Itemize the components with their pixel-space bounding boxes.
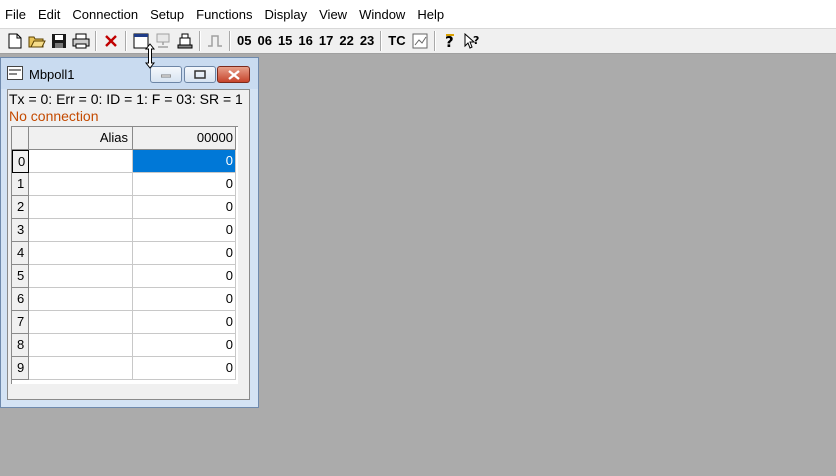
toolbar-separator [95, 31, 97, 51]
menu-functions[interactable]: Functions [196, 7, 259, 22]
fc-23-button[interactable]: 23 [357, 30, 377, 52]
status-line: Tx = 0: Err = 0: ID = 1: F = 03: SR = 1 [9, 91, 243, 107]
row-header[interactable]: 6 [12, 288, 29, 311]
menu-connection[interactable]: Connection [72, 7, 145, 22]
window-client: Tx = 0: Err = 0: ID = 1: F = 03: SR = 1 … [7, 89, 250, 400]
table-row: 9 0 [12, 357, 236, 380]
row-header[interactable]: 8 [12, 334, 29, 357]
menu-window[interactable]: Window [359, 7, 412, 22]
maximize-button[interactable] [184, 66, 216, 83]
table-row: 7 0 [12, 311, 236, 334]
fc-22-button[interactable]: 22 [336, 30, 356, 52]
fc-17-button[interactable]: 17 [316, 30, 336, 52]
disconnect-icon[interactable] [174, 30, 196, 52]
tc-button[interactable]: TC [385, 30, 408, 52]
close-icon [227, 69, 240, 80]
fc-05-button[interactable]: 05 [234, 30, 254, 52]
menu-bar: File Edit Connection Setup Functions Dis… [0, 0, 836, 28]
alias-cell[interactable] [29, 334, 133, 357]
maximize-icon [194, 70, 206, 79]
row-header[interactable]: 7 [12, 311, 29, 334]
alias-cell[interactable] [29, 265, 133, 288]
close-button[interactable] [217, 66, 250, 83]
menu-file[interactable]: File [5, 7, 33, 22]
row-header[interactable]: 2 [12, 196, 29, 219]
alias-cell[interactable] [29, 173, 133, 196]
alias-cell[interactable] [29, 357, 133, 380]
value-cell[interactable]: 0 [133, 288, 236, 311]
toolbar-separator [380, 31, 383, 51]
connection-status: No connection [9, 108, 99, 124]
chart-icon[interactable] [409, 30, 431, 52]
table-row: 8 0 [12, 334, 236, 357]
value-cell[interactable]: 0 [133, 357, 236, 380]
window-titlebar[interactable]: Mbpoll1 [1, 58, 258, 89]
value-cell[interactable]: 0 [133, 196, 236, 219]
svg-text:?: ? [473, 34, 479, 47]
row-header[interactable]: 5 [12, 265, 29, 288]
print-icon[interactable] [70, 30, 92, 52]
table-row: 0 0 [12, 150, 236, 173]
toolbar-separator [229, 31, 231, 51]
save-icon[interactable] [48, 30, 70, 52]
register-grid: Alias 00000 0 0 1 0 2 0 3 0 4 0 5 0 6 0 … [11, 126, 238, 384]
value-cell[interactable]: 0 [133, 311, 236, 334]
value-cell[interactable]: 0 [133, 334, 236, 357]
value-cell[interactable]: 0 [133, 173, 236, 196]
new-file-icon[interactable] [4, 30, 26, 52]
row-header[interactable]: 0 [12, 150, 29, 173]
open-folder-icon[interactable] [26, 30, 48, 52]
value-cell[interactable]: 0 [133, 150, 236, 173]
toolbar-separator [125, 31, 127, 51]
column-header-value[interactable]: 00000 [133, 127, 236, 150]
toolbar-separator [433, 31, 436, 51]
alias-cell[interactable] [29, 150, 133, 173]
value-cell[interactable]: 0 [133, 219, 236, 242]
minimize-icon [161, 74, 171, 77]
row-header[interactable]: 3 [12, 219, 29, 242]
toolbar-separator [199, 31, 201, 51]
table-row: 4 0 [12, 242, 236, 265]
grid-corner[interactable] [12, 127, 29, 150]
column-header-alias[interactable]: Alias [29, 127, 133, 150]
table-row: 6 0 [12, 288, 236, 311]
alias-cell[interactable] [29, 242, 133, 265]
resize-cursor-icon [144, 43, 156, 72]
app-icon [7, 66, 23, 83]
menu-help[interactable]: Help [417, 7, 451, 22]
mbpoll-window: Mbpoll1 Tx = 0: Err = 0: ID = 1: F = 03:… [0, 57, 259, 408]
table-row: 1 0 [12, 173, 236, 196]
table-row: 3 0 [12, 219, 236, 242]
pulse-icon[interactable] [204, 30, 226, 52]
menu-display[interactable]: Display [265, 7, 315, 22]
delete-icon[interactable] [100, 30, 122, 52]
fc-16-button[interactable]: 16 [295, 30, 315, 52]
value-cell[interactable]: 0 [133, 242, 236, 265]
fc-06-button[interactable]: 06 [254, 30, 274, 52]
alias-cell[interactable] [29, 288, 133, 311]
table-row: 5 0 [12, 265, 236, 288]
context-help-icon[interactable]: ? [461, 30, 483, 52]
alias-cell[interactable] [29, 311, 133, 334]
alias-cell[interactable] [29, 219, 133, 242]
row-header[interactable]: 4 [12, 242, 29, 265]
row-header[interactable]: 1 [12, 173, 29, 196]
menu-view[interactable]: View [319, 7, 354, 22]
menu-setup[interactable]: Setup [150, 7, 191, 22]
help-icon[interactable]: ? [439, 30, 461, 52]
window-title: Mbpoll1 [29, 67, 75, 82]
table-row: 2 0 [12, 196, 236, 219]
row-header[interactable]: 9 [12, 357, 29, 380]
menu-edit[interactable]: Edit [38, 7, 67, 22]
value-cell[interactable]: 0 [133, 265, 236, 288]
fc-15-button[interactable]: 15 [275, 30, 295, 52]
toolbar: 05 06 15 16 17 22 23 TC ? ? [0, 28, 836, 54]
alias-cell[interactable] [29, 196, 133, 219]
